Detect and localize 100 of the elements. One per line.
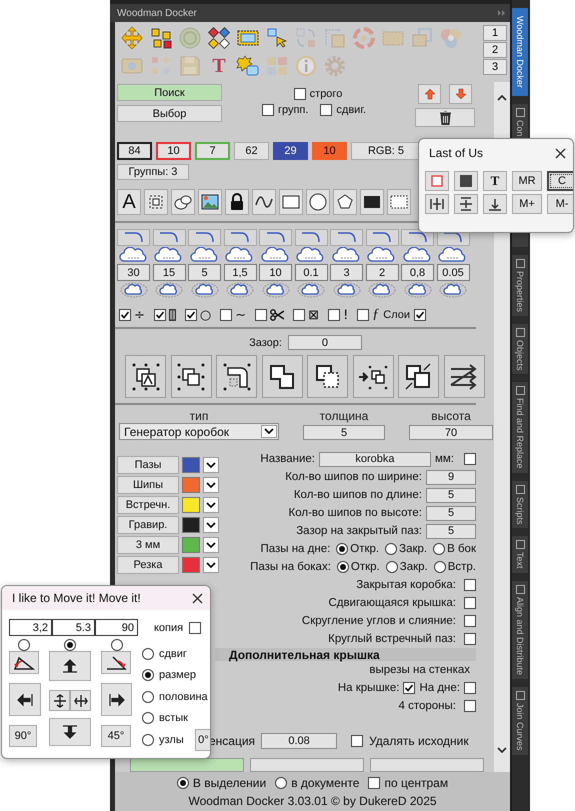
scroll-down-icon[interactable]	[497, 747, 507, 754]
radio-button[interactable]	[336, 543, 348, 556]
param-field[interactable]: 5	[426, 506, 476, 521]
puzzle-icon[interactable]	[236, 54, 260, 78]
groups-button[interactable]: Группы: 3	[117, 164, 189, 180]
checkbox[interactable]	[464, 579, 476, 592]
checkbox[interactable]	[262, 104, 274, 116]
action-button[interactable]	[170, 355, 212, 398]
angle-button[interactable]: 45°	[101, 725, 131, 747]
docker-tab[interactable]: Find and Replace	[512, 382, 528, 473]
name-field[interactable]: korobka	[318, 452, 431, 467]
shape-tool-button[interactable]	[333, 189, 357, 216]
value-field[interactable]: 5.3	[52, 619, 95, 636]
action-button[interactable]	[352, 355, 394, 398]
docker-tab[interactable]: Align and Distribute	[512, 581, 528, 680]
radio-button[interactable]	[275, 776, 288, 788]
docker-tab[interactable]: Objects	[512, 324, 528, 374]
radio-button[interactable]	[385, 543, 398, 556]
corner-button[interactable]	[330, 229, 363, 246]
shape-tool-button[interactable]	[171, 189, 195, 216]
gap-field[interactable]: 0	[288, 335, 362, 350]
value-field[interactable]: 90	[95, 619, 138, 636]
radio-button[interactable]	[176, 776, 189, 788]
radio-button[interactable]	[434, 561, 446, 574]
page-button[interactable]: 2	[483, 42, 507, 58]
docker-tab[interactable]: Join Curves	[512, 687, 528, 755]
corner-button[interactable]	[224, 229, 256, 246]
move-right-button[interactable]	[101, 683, 132, 716]
corner-button[interactable]	[117, 229, 150, 246]
compensation-field[interactable]: 0.08	[261, 733, 338, 750]
rotate-button[interactable]	[101, 651, 131, 674]
pointer-icon[interactable]	[265, 26, 289, 50]
radio-button[interactable]	[18, 639, 30, 651]
nodes-icon[interactable]	[149, 26, 173, 50]
action-button[interactable]	[307, 355, 348, 398]
corner-button[interactable]	[259, 229, 292, 246]
radio-button[interactable]	[110, 639, 122, 651]
checkbox[interactable]	[220, 309, 232, 322]
radio-button[interactable]	[64, 639, 76, 651]
shape-tool-button[interactable]	[279, 189, 303, 216]
tool-button[interactable]	[425, 194, 449, 214]
radio-button[interactable]	[142, 734, 154, 746]
select-button[interactable]: Выбор	[117, 105, 222, 122]
checkbox[interactable]	[328, 309, 340, 322]
shape-tool-button[interactable]	[198, 189, 222, 216]
radio-button[interactable]	[142, 648, 154, 660]
layer-button[interactable]: Шипы	[117, 476, 179, 494]
tool-button[interactable]: C	[547, 171, 573, 191]
text-tool-button[interactable]: A	[117, 189, 141, 216]
radio-button[interactable]	[433, 543, 446, 556]
radius-field[interactable]: 3	[330, 264, 363, 282]
docker-tab[interactable]: Text	[512, 536, 528, 573]
action-button[interactable]	[262, 355, 302, 398]
checkbox[interactable]	[189, 622, 202, 634]
close-icon[interactable]	[192, 592, 203, 604]
corner-button[interactable]	[366, 229, 398, 246]
radius-field[interactable]: 10	[259, 264, 292, 282]
tool-button[interactable]: M-	[547, 194, 573, 214]
checkbox[interactable]	[464, 682, 476, 694]
radio-button[interactable]	[142, 669, 154, 682]
tool-button[interactable]	[454, 171, 478, 191]
shape-tool-button[interactable]	[144, 189, 168, 216]
checkbox[interactable]	[464, 453, 476, 466]
checkbox[interactable]	[464, 700, 476, 712]
shape-tool-button[interactable]	[360, 189, 384, 216]
rotate-button[interactable]	[9, 651, 39, 674]
tool-button[interactable]: MR	[512, 171, 542, 191]
radio-button[interactable]	[142, 690, 154, 703]
corner-button[interactable]	[401, 229, 434, 246]
move-down-button[interactable]	[49, 718, 91, 746]
shape-tool-button[interactable]	[225, 189, 249, 216]
search-button[interactable]: Поиск	[117, 84, 222, 101]
checkbox[interactable]	[414, 309, 426, 322]
tool-button[interactable]	[454, 194, 478, 214]
radius-field[interactable]: 0.1	[294, 264, 328, 282]
move-up-button[interactable]	[49, 651, 91, 681]
corner-button[interactable]	[294, 229, 328, 246]
center-button[interactable]	[70, 690, 91, 711]
checkbox[interactable]	[464, 597, 476, 610]
checkbox[interactable]	[464, 633, 476, 646]
page-button[interactable]: 3	[483, 59, 507, 75]
action-button[interactable]	[398, 355, 439, 398]
shape-tool-button[interactable]	[252, 189, 276, 216]
angle-button[interactable]: 90°	[9, 725, 37, 747]
thickness-field[interactable]: 5	[303, 425, 385, 440]
checkbox[interactable]	[403, 682, 416, 694]
tool-button[interactable]: T	[483, 171, 507, 191]
radius-field[interactable]: 0,8	[401, 264, 434, 282]
checkbox[interactable]	[154, 309, 166, 322]
shape-tool-button[interactable]	[306, 189, 330, 216]
radius-field[interactable]: 2	[366, 264, 398, 282]
page-button[interactable]: 1	[483, 25, 507, 41]
checkbox[interactable]	[293, 309, 306, 322]
docker-tab[interactable]: Properties	[512, 254, 528, 316]
radius-field[interactable]: 15	[152, 264, 186, 282]
checkbox[interactable]	[184, 309, 197, 322]
corner-button[interactable]	[188, 229, 221, 246]
angle-button[interactable]: 0°	[194, 729, 210, 751]
tool-button[interactable]	[483, 194, 507, 214]
checkbox[interactable]	[368, 776, 380, 788]
